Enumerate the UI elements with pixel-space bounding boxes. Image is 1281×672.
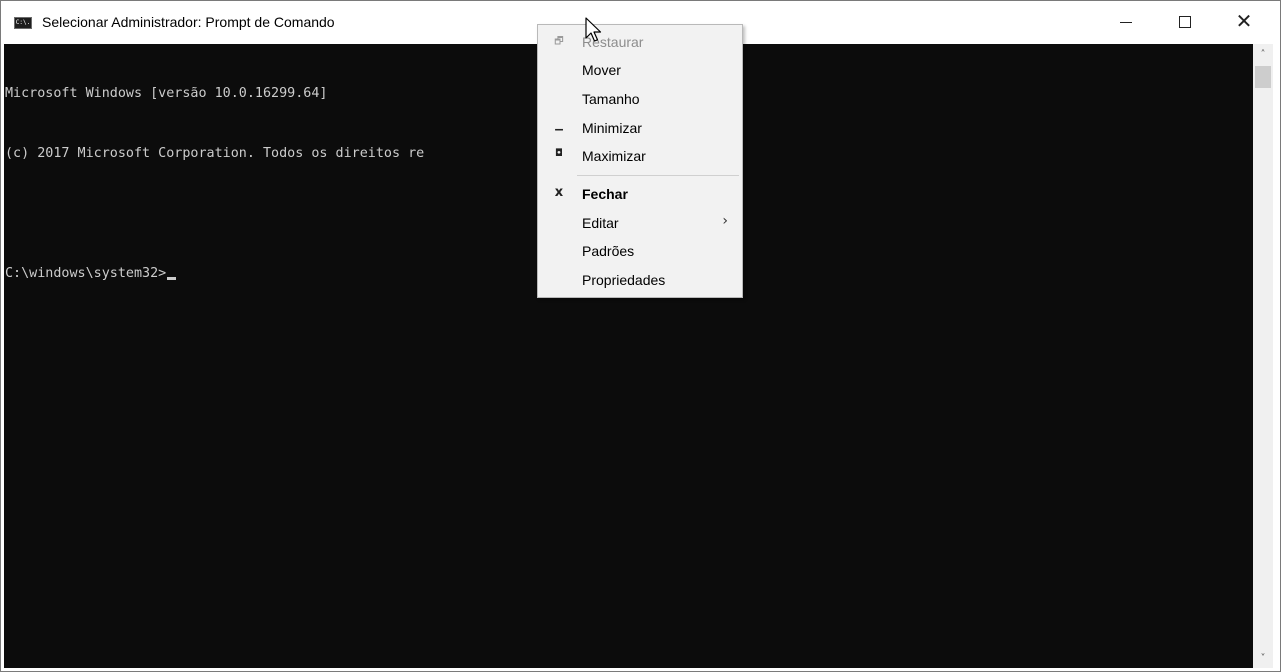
menu-item-maximizar[interactable]: ◘ Maximizar <box>538 142 742 170</box>
chevron-right-icon: › <box>722 213 728 229</box>
scroll-down-icon[interactable]: ˅ <box>1253 648 1273 668</box>
scrollbar-thumb[interactable] <box>1255 66 1271 88</box>
vertical-scrollbar[interactable]: ˄ ˅ <box>1253 44 1273 668</box>
menu-item-tamanho[interactable]: Tamanho <box>538 85 742 113</box>
close-button[interactable]: ✕ <box>1215 1 1273 44</box>
prompt-text: C:\windows\system32> <box>5 266 167 281</box>
minimize-icon <box>1120 21 1132 23</box>
menu-item-label: Propriedades <box>582 272 666 288</box>
menu-item-propriedades[interactable]: Propriedades <box>538 266 742 294</box>
minimize-button[interactable] <box>1097 1 1155 44</box>
scroll-up-icon[interactable]: ˄ <box>1253 44 1273 64</box>
system-menu: 🗗 Restaurar Mover Tamanho ▁ Minimizar ◘ … <box>537 24 743 298</box>
close-icon: x <box>554 185 564 200</box>
menu-item-label: Minimizar <box>582 120 642 136</box>
menu-item-fechar[interactable]: x Fechar <box>538 180 742 208</box>
menu-item-mover[interactable]: Mover <box>538 56 742 84</box>
menu-item-label: Editar <box>582 215 619 231</box>
menu-item-editar[interactable]: Editar › <box>538 209 742 237</box>
mouse-pointer-icon <box>585 17 602 42</box>
menu-item-label: Fechar <box>582 186 628 202</box>
menu-item-label: Maximizar <box>582 148 646 164</box>
text-cursor <box>167 277 177 280</box>
maximize-button[interactable] <box>1156 1 1214 44</box>
menu-item-restaurar[interactable]: 🗗 Restaurar <box>538 28 742 56</box>
menu-item-padroes[interactable]: Padrões <box>538 237 742 265</box>
close-icon: ✕ <box>1235 8 1253 33</box>
menu-separator <box>577 175 739 176</box>
cmd-icon[interactable]: C:\. <box>14 17 32 29</box>
maximize-icon <box>1179 16 1191 28</box>
menu-item-minimizar[interactable]: ▁ Minimizar <box>538 114 742 142</box>
window-title: Selecionar Administrador: Prompt de Coma… <box>42 14 335 30</box>
menu-item-label: Mover <box>582 62 621 78</box>
maximize-icon: ◘ <box>555 148 563 159</box>
minimize-icon: ▁ <box>555 120 563 131</box>
menu-item-label: Padrões <box>582 243 635 259</box>
restore-icon: 🗗 <box>554 36 564 47</box>
menu-item-label: Tamanho <box>582 91 640 107</box>
